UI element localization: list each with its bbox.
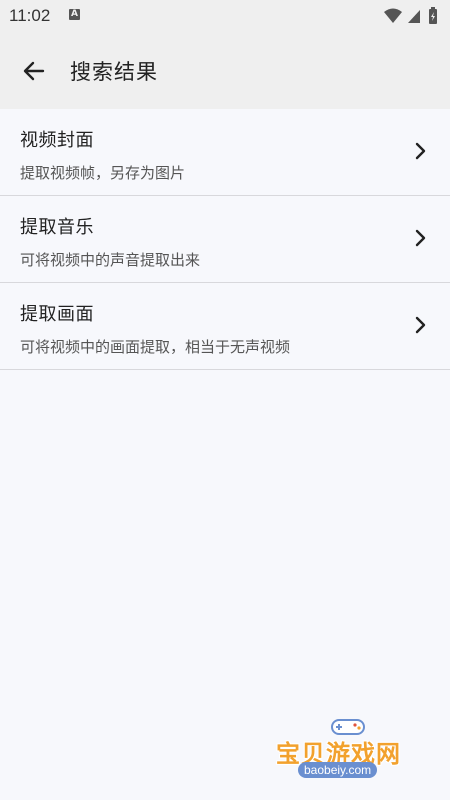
watermark: 宝贝游戏网 baobeiy.com (276, 716, 426, 786)
list-item-title: 视频封面 (20, 130, 94, 151)
back-button[interactable] (18, 56, 50, 86)
chevron-right-icon (415, 229, 426, 247)
results-list: 视频封面 提取视频帧，另存为图片 提取音乐 可将视频中的声音提取出来 提取画面 … (0, 109, 450, 370)
a-icon: A (69, 9, 80, 20)
list-item-subtitle: 提取视频帧，另存为图片 (20, 164, 186, 182)
list-item-title: 提取音乐 (20, 217, 94, 238)
page-title: 搜索结果 (70, 60, 158, 84)
list-item-extract-music[interactable]: 提取音乐 可将视频中的声音提取出来 (0, 196, 450, 283)
signal-icon (408, 10, 420, 23)
list-item-extract-frames[interactable]: 提取画面 可将视频中的画面提取，相当于无声视频 (0, 283, 450, 370)
chevron-right-icon (415, 316, 426, 334)
battery-icon (429, 7, 437, 24)
status-icons (382, 6, 440, 26)
list-item-title: 提取画面 (20, 304, 94, 325)
watermark-url: baobeiy.com (298, 762, 378, 778)
status-time: 11:02 (9, 6, 51, 25)
wifi-icon (384, 8, 402, 23)
list-item-video-cover[interactable]: 视频封面 提取视频帧，另存为图片 (0, 109, 450, 196)
list-item-subtitle: 可将视频中的画面提取，相当于无声视频 (20, 338, 291, 356)
app-bar: 搜索结果 (0, 32, 450, 109)
chevron-right-icon (415, 142, 426, 160)
status-bar: 11:02 A (0, 0, 450, 32)
arrow-left-icon (23, 61, 45, 81)
list-item-subtitle: 可将视频中的声音提取出来 (20, 251, 201, 269)
